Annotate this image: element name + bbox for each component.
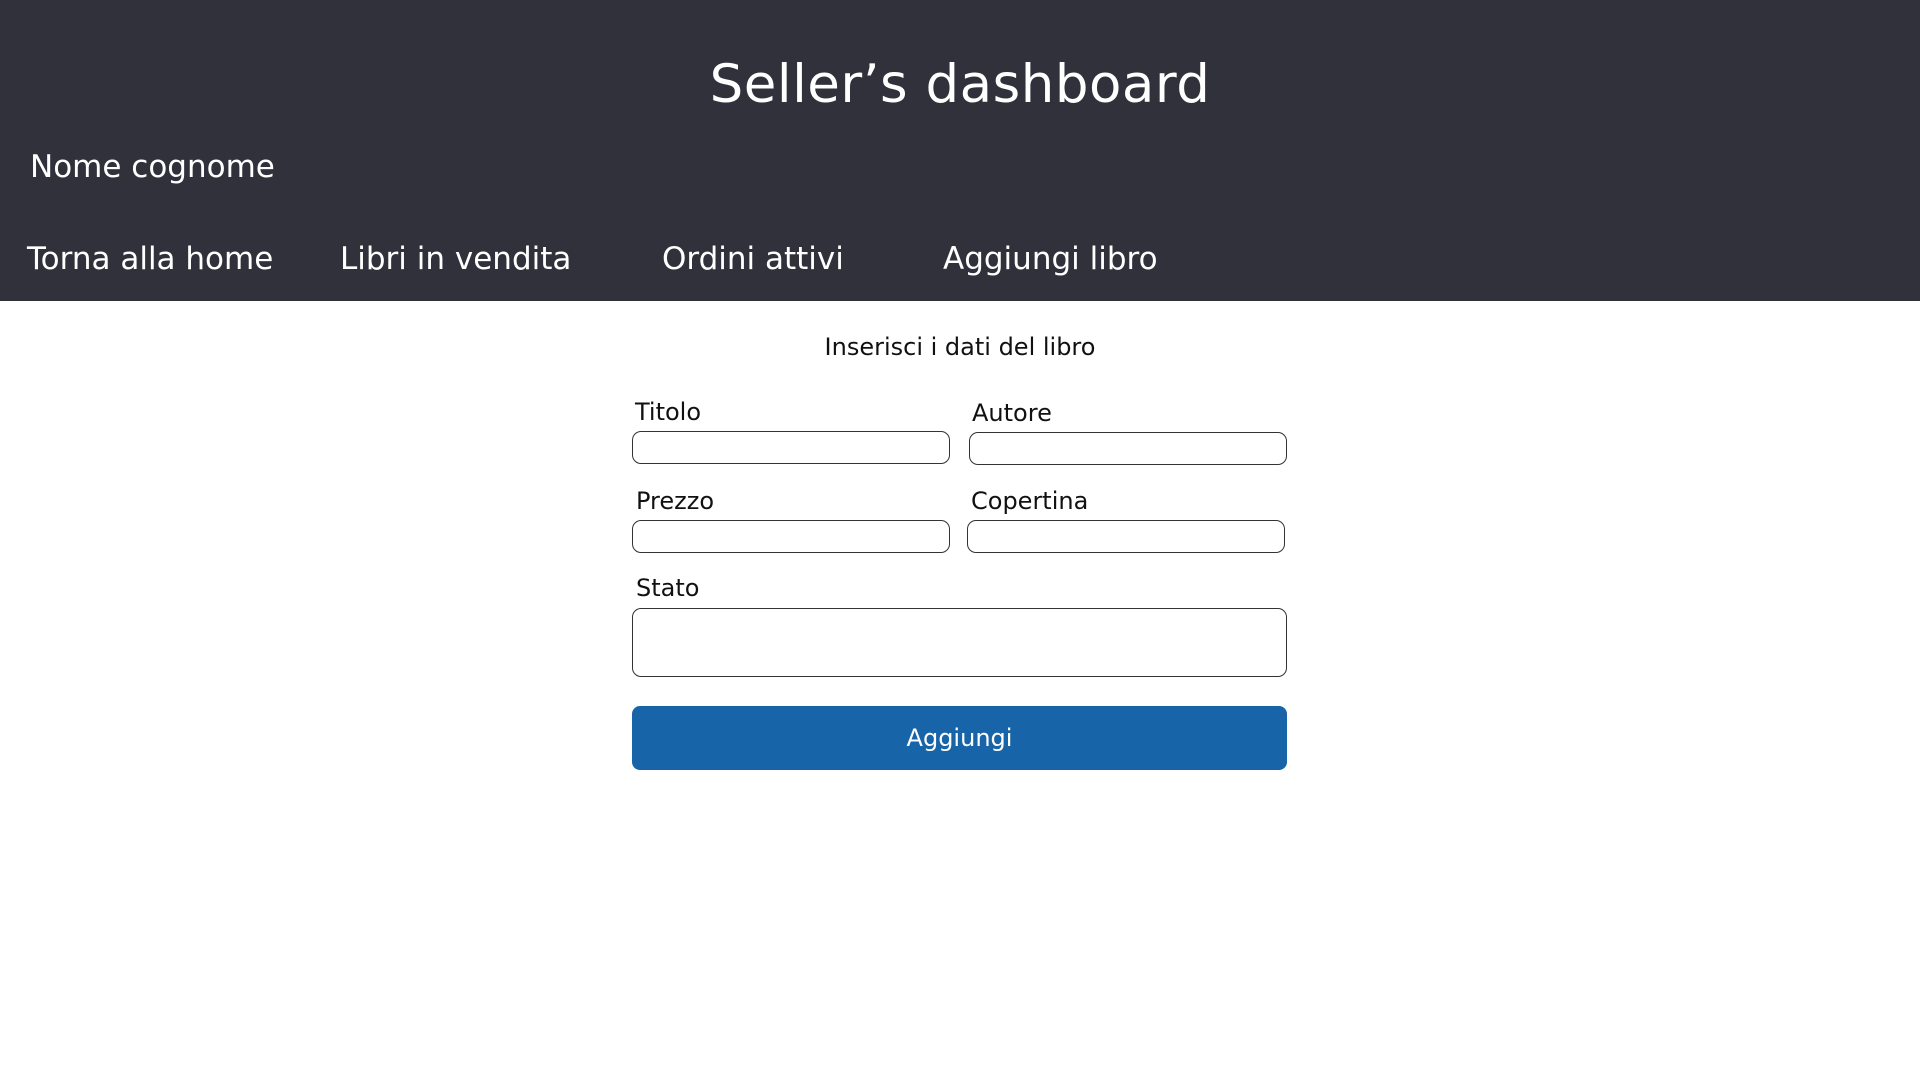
header: Seller’s dashboard Nome cognome Torna al…: [0, 0, 1920, 301]
price-input[interactable]: [632, 520, 950, 553]
cover-input[interactable]: [967, 520, 1285, 553]
cover-label: Copertina: [971, 487, 1089, 515]
condition-textarea[interactable]: [632, 608, 1287, 677]
nav-active-orders-link[interactable]: Ordini attivi: [662, 241, 844, 277]
title-input[interactable]: [632, 431, 950, 464]
nav-home-link[interactable]: Torna alla home: [27, 241, 273, 277]
page-title: Seller’s dashboard: [709, 54, 1211, 115]
nav-add-book-link[interactable]: Aggiungi libro: [943, 241, 1158, 277]
user-name: Nome cognome: [30, 149, 275, 185]
nav-books-for-sale-link[interactable]: Libri in vendita: [340, 241, 571, 277]
add-book-button[interactable]: Aggiungi: [632, 706, 1287, 770]
author-label: Autore: [972, 399, 1052, 427]
author-input[interactable]: [969, 432, 1287, 465]
condition-label: Stato: [636, 574, 700, 602]
form-heading: Inserisci i dati del libro: [824, 333, 1096, 361]
price-label: Prezzo: [636, 487, 715, 515]
title-label: Titolo: [635, 398, 702, 426]
